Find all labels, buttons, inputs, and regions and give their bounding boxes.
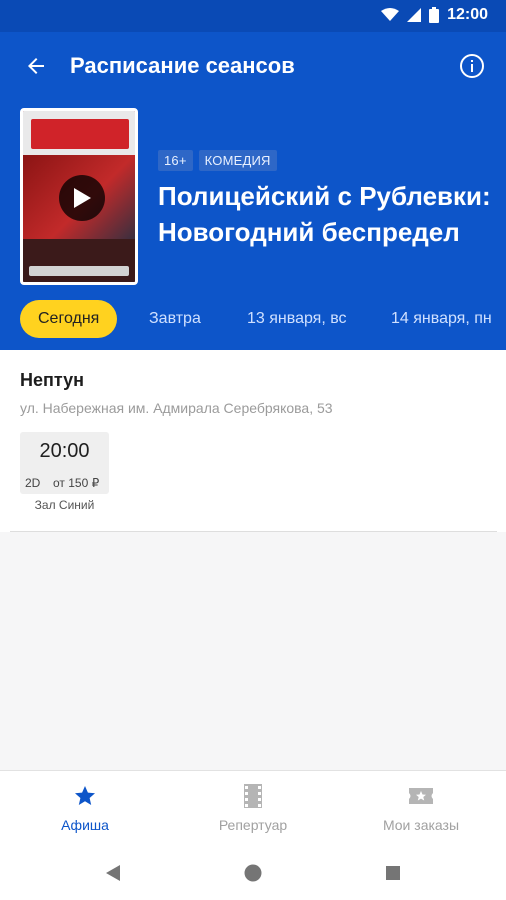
date-tab-jan-13[interactable]: 13 января, вс — [247, 300, 347, 338]
triangle-back-icon — [106, 865, 120, 881]
battery-icon — [429, 7, 440, 23]
session-price: от 150 ₽ — [53, 476, 100, 490]
film-icon — [240, 783, 266, 809]
nav-afisha[interactable]: Афиша — [5, 783, 165, 833]
divider — [10, 531, 497, 532]
arrow-left-icon — [28, 58, 44, 74]
play-icon — [74, 188, 91, 208]
movie-title: Полицейский с Рублевки: Новогодний беспр… — [158, 181, 491, 247]
movie-tags: 16+ КОМЕДИЯ — [158, 150, 277, 171]
system-recents-button[interactable] — [382, 862, 404, 884]
status-icons: 12:00 — [381, 6, 488, 24]
signal-icon — [407, 8, 422, 22]
app-header: Расписание сеансов 16+ КОМЕДИЯ Полицейск… — [0, 32, 506, 350]
schedule-list: Нептун ул. Набережная им. Адмирала Сереб… — [0, 350, 506, 770]
movie-poster[interactable] — [20, 108, 138, 285]
info-button[interactable] — [456, 50, 488, 82]
date-tab-tomorrow[interactable]: Завтра — [149, 300, 201, 338]
bottom-navigation: Афиша Репертуар Мои заказы — [0, 770, 506, 844]
nav-afisha-label: Афиша — [61, 817, 109, 833]
session-button[interactable]: 20:00 2D от 150 ₽ — [20, 432, 109, 494]
session-format: 2D — [25, 476, 41, 490]
system-home-button[interactable] — [242, 862, 264, 884]
nav-orders[interactable]: Мои заказы — [341, 783, 501, 833]
nav-orders-label: Мои заказы — [382, 817, 460, 833]
wifi-icon — [381, 8, 400, 21]
cinema-name: Нептун — [20, 370, 85, 390]
system-navigation-bar — [0, 844, 506, 900]
ticket-icon — [408, 783, 434, 809]
cinema-address: ул. Набережная им. Адмирала Серебрякова,… — [20, 400, 333, 416]
back-button[interactable] — [20, 50, 52, 82]
genre-badge: КОМЕДИЯ — [198, 150, 277, 171]
date-tab-jan-14[interactable]: 14 января, пн — [391, 300, 492, 338]
nav-repertoire[interactable]: Репертуар — [173, 783, 333, 833]
age-rating-badge: 16+ — [158, 150, 193, 171]
status-bar: 12:00 — [0, 0, 506, 32]
poster-strip — [29, 266, 129, 276]
date-tab-today[interactable]: Сегодня — [20, 300, 118, 338]
poster-title-block — [31, 119, 129, 149]
status-time: 12:00 — [447, 6, 488, 23]
star-icon — [72, 783, 98, 809]
session-time: 20:00 — [39, 440, 90, 462]
date-tabs: Сегодня Завтра 13 января, вс 14 января, … — [0, 300, 506, 342]
page-title: Расписание сеансов — [70, 53, 295, 78]
info-icon — [460, 54, 484, 78]
square-recents-icon — [386, 866, 400, 880]
nav-repertoire-label: Репертуар — [218, 817, 288, 833]
session-hall: Зал Синий — [34, 498, 95, 512]
cinema-card: Нептун ул. Набережная им. Адмирала Сереб… — [0, 350, 506, 532]
system-back-button[interactable] — [102, 862, 124, 884]
play-trailer-button[interactable] — [59, 175, 105, 221]
circle-home-icon — [244, 864, 262, 882]
